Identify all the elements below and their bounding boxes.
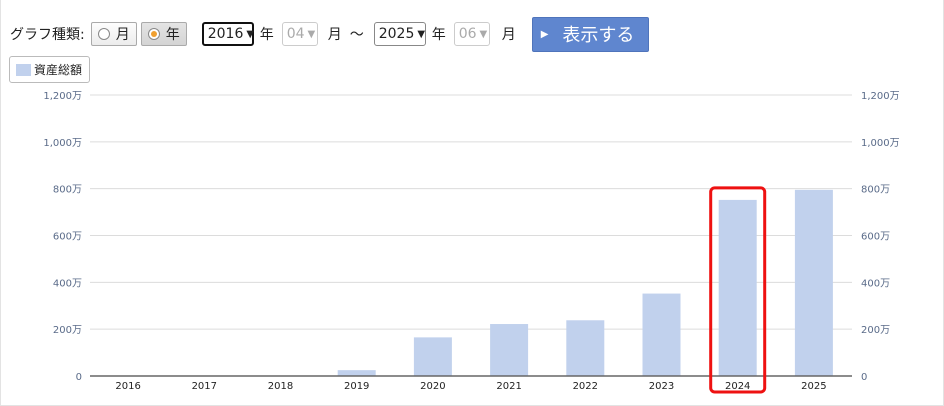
y-tick-label-left: 600万 — [53, 232, 82, 243]
y-tick-label-right: 200万 — [861, 325, 890, 336]
x-tick-label: 2020 — [420, 381, 445, 392]
x-tick-label: 2016 — [115, 381, 140, 392]
x-tick-label: 2021 — [496, 381, 521, 392]
y-tick-label-right: 800万 — [861, 185, 890, 196]
bar-2023 — [642, 293, 681, 376]
y-axis-left: 0 200万 400万 600万 800万 1,000万 1,200万 — [43, 91, 82, 383]
bar-2020 — [413, 337, 452, 376]
bar-2021 — [490, 324, 529, 376]
y-tick-label-left: 400万 — [53, 278, 82, 289]
y-tick-label-right: 1,200万 — [861, 91, 900, 102]
y-tick-label-left: 1,000万 — [43, 138, 82, 149]
y-tick-label-right: 400万 — [861, 278, 890, 289]
bar-chart: 0 200万 400万 600万 800万 1,000万 1,200万 0 200万 400万 6… — [43, 91, 900, 394]
x-tick-label: 2022 — [573, 381, 598, 392]
x-axis-ticks: 2016 2017 2018 2019 2020 2021 2022 2023 2024 2025 — [115, 381, 826, 392]
x-tick-label: 2023 — [649, 381, 674, 392]
bar-2025 — [794, 189, 833, 376]
bar-2022 — [566, 320, 605, 376]
x-tick-label: 2017 — [192, 381, 217, 392]
y-tick-label-left: 0 — [76, 372, 82, 383]
x-tick-label: 2018 — [268, 381, 293, 392]
y-tick-label-left: 800万 — [53, 185, 82, 196]
x-tick-label: 2024 — [725, 381, 750, 392]
bar-2024 — [718, 199, 757, 376]
y-tick-label-left: 1,200万 — [43, 91, 82, 102]
bars — [337, 189, 833, 376]
x-tick-label: 2025 — [801, 381, 826, 392]
y-tick-label-right: 600万 — [861, 232, 890, 243]
y-axis-right: 0 200万 400万 600万 800万 1,000万 1,200万 — [861, 91, 900, 383]
y-tick-label-right: 0 — [861, 372, 867, 383]
bar-2019 — [337, 370, 376, 376]
y-tick-label-right: 1,000万 — [861, 138, 900, 149]
x-tick-label: 2019 — [344, 381, 369, 392]
y-tick-label-left: 200万 — [53, 325, 82, 336]
